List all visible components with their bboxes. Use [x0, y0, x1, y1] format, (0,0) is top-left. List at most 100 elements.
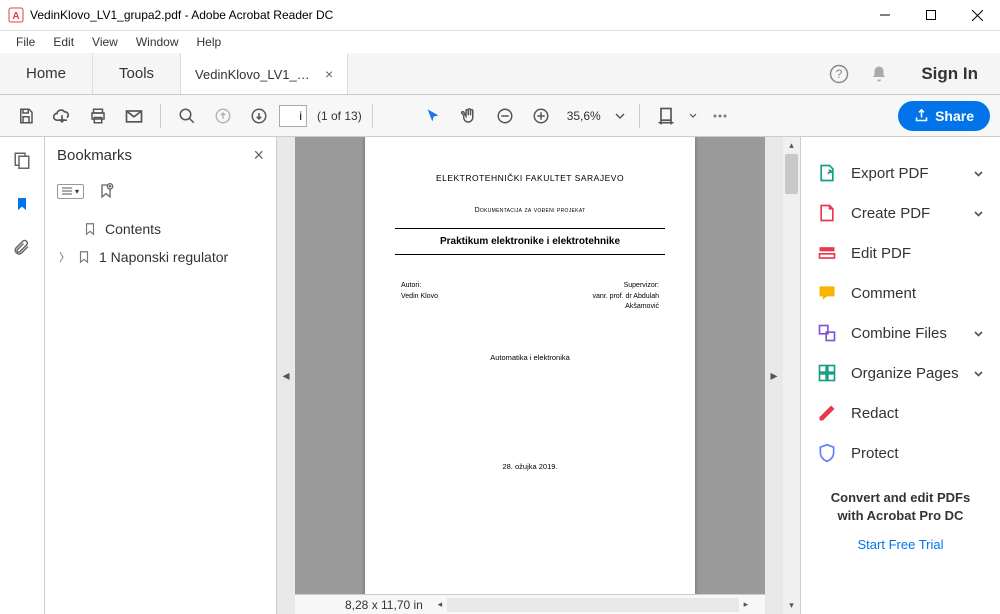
window-title: VedinKlovo_LV1_grupa2.pdf - Adobe Acroba…	[30, 8, 862, 22]
toolbar: (1 of 13) 35,6% Share	[0, 95, 1000, 137]
tool-create-pdf[interactable]: Create PDF	[801, 193, 1000, 233]
tool-icon	[817, 283, 837, 303]
share-button[interactable]: Share	[898, 101, 990, 131]
chevron-down-icon	[973, 208, 984, 219]
tool-edit-pdf[interactable]: Edit PDF	[801, 233, 1000, 273]
tool-icon	[817, 243, 837, 263]
tool-organize-pages[interactable]: Organize Pages	[801, 353, 1000, 393]
maximize-button[interactable]	[908, 0, 954, 31]
status-bar: 8,28 x 11,70 in ◂▸	[295, 594, 765, 614]
tool-label: Comment	[851, 285, 984, 302]
tool-icon	[817, 443, 837, 463]
save-icon[interactable]	[10, 100, 42, 132]
tab-document[interactable]: VedinKlovo_LV1_gr... ×	[181, 53, 348, 94]
page-university: ELEKTROTEHNIČKI FAKULTET SARAJEVO	[395, 173, 665, 183]
menu-edit[interactable]: Edit	[45, 33, 82, 51]
page-prev-button[interactable]: ◂	[277, 137, 295, 614]
bookmark-label: 1 Naponski regulator	[99, 249, 228, 265]
cloud-icon[interactable]	[46, 100, 78, 132]
bookmark-icon	[83, 221, 97, 237]
menu-file[interactable]: File	[8, 33, 43, 51]
page-doctype: Dokumentacija za vođeni projekat	[395, 207, 665, 214]
prev-page-icon[interactable]	[207, 100, 239, 132]
tab-document-label: VedinKlovo_LV1_gr...	[195, 67, 315, 82]
tool-export-pdf[interactable]: Export PDF	[801, 153, 1000, 193]
right-panel: Export PDF Create PDF Edit PDF Comment Combi…	[800, 137, 1000, 614]
minimize-button[interactable]	[862, 0, 908, 31]
bookmarks-icon[interactable]	[11, 193, 33, 215]
tool-label: Create PDF	[851, 205, 959, 222]
bookmark-label: Contents	[105, 221, 161, 237]
promo-heading: Convert and edit PDFs with Acrobat Pro D…	[821, 489, 980, 525]
close-button[interactable]	[954, 0, 1000, 31]
tool-label: Export PDF	[851, 165, 959, 182]
tab-close-icon[interactable]: ×	[325, 66, 333, 82]
tool-protect[interactable]: Protect	[801, 433, 1000, 473]
menu-view[interactable]: View	[84, 33, 126, 51]
bookmarks-close-icon[interactable]: ×	[253, 145, 264, 166]
horizontal-scrollbar[interactable]: ◂▸	[433, 598, 753, 612]
chevron-down-icon	[973, 168, 984, 179]
signin-button[interactable]: Sign In	[899, 53, 1000, 94]
left-rail	[0, 137, 45, 614]
pdf-page: ELEKTROTEHNIČKI FAKULTET SARAJEVO Dokume…	[365, 137, 695, 602]
fit-width-icon[interactable]	[650, 100, 682, 132]
page-next-button[interactable]: ▸	[765, 137, 783, 614]
tool-label: Protect	[851, 445, 984, 462]
help-icon[interactable]: ?	[819, 53, 859, 94]
vertical-scrollbar[interactable]: ▴ ▾	[783, 137, 800, 614]
tool-icon	[817, 403, 837, 423]
zoom-in-icon[interactable]	[525, 100, 557, 132]
bell-icon[interactable]	[859, 53, 899, 94]
page-title: Praktikum elektronike i elektrotehnike	[395, 228, 665, 255]
tab-tools[interactable]: Tools	[93, 53, 181, 94]
attachments-icon[interactable]	[11, 237, 33, 259]
svg-text:A: A	[12, 11, 19, 22]
page-supervisor: Supervizor: vanr. prof. dr Abdulah Akšam…	[592, 281, 659, 313]
tool-label: Edit PDF	[851, 245, 984, 262]
menubar: File Edit View Window Help	[0, 31, 1000, 53]
tab-home[interactable]: Home	[0, 53, 93, 94]
menu-help[interactable]: Help	[189, 33, 230, 51]
zoom-dropdown-icon[interactable]	[611, 100, 629, 132]
bookmarks-panel: Bookmarks × ▾ Contents 〉 1 Naponski regu…	[45, 137, 277, 614]
bookmark-item[interactable]: 〉 1 Naponski regulator	[45, 243, 276, 271]
more-icon[interactable]	[704, 100, 736, 132]
print-icon[interactable]	[82, 100, 114, 132]
zoom-out-icon[interactable]	[489, 100, 521, 132]
thumbnails-icon[interactable]	[11, 149, 33, 171]
bookmark-item[interactable]: Contents	[45, 215, 276, 243]
select-tool-icon[interactable]	[417, 100, 449, 132]
start-trial-link[interactable]: Start Free Trial	[821, 537, 980, 552]
hand-tool-icon[interactable]	[453, 100, 485, 132]
tool-combine-files[interactable]: Combine Files	[801, 313, 1000, 353]
zoom-level: 35,6%	[567, 109, 601, 123]
page-dimensions: 8,28 x 11,70 in	[345, 598, 423, 612]
svg-text:?: ?	[836, 67, 843, 81]
bookmarks-options-icon[interactable]: ▾	[57, 184, 84, 199]
tool-icon	[817, 163, 837, 183]
page-total: (1 of 13)	[317, 109, 362, 123]
chevron-down-icon	[973, 328, 984, 339]
bookmarks-new-icon[interactable]	[98, 182, 114, 200]
bookmark-icon	[77, 249, 91, 265]
tool-icon	[817, 363, 837, 383]
fit-dropdown-icon[interactable]	[686, 100, 700, 132]
search-icon[interactable]	[171, 100, 203, 132]
tool-label: Combine Files	[851, 325, 959, 342]
tool-label: Organize Pages	[851, 365, 959, 382]
document-canvas[interactable]: ELEKTROTEHNIČKI FAKULTET SARAJEVO Dokume…	[295, 137, 765, 614]
chevron-down-icon	[973, 368, 984, 379]
page-author: Autori: Vedin Klovo	[401, 281, 438, 313]
email-icon[interactable]	[118, 100, 150, 132]
tool-icon	[817, 323, 837, 343]
tool-comment[interactable]: Comment	[801, 273, 1000, 313]
scrollbar-thumb[interactable]	[785, 154, 798, 194]
tool-redact[interactable]: Redact	[801, 393, 1000, 433]
next-page-icon[interactable]	[243, 100, 275, 132]
menu-window[interactable]: Window	[128, 33, 187, 51]
page-input[interactable]	[279, 105, 307, 127]
bookmarks-title: Bookmarks	[57, 147, 132, 164]
chevron-right-icon[interactable]: 〉	[59, 249, 69, 265]
page-department: Automatika i elektronika	[395, 353, 665, 362]
